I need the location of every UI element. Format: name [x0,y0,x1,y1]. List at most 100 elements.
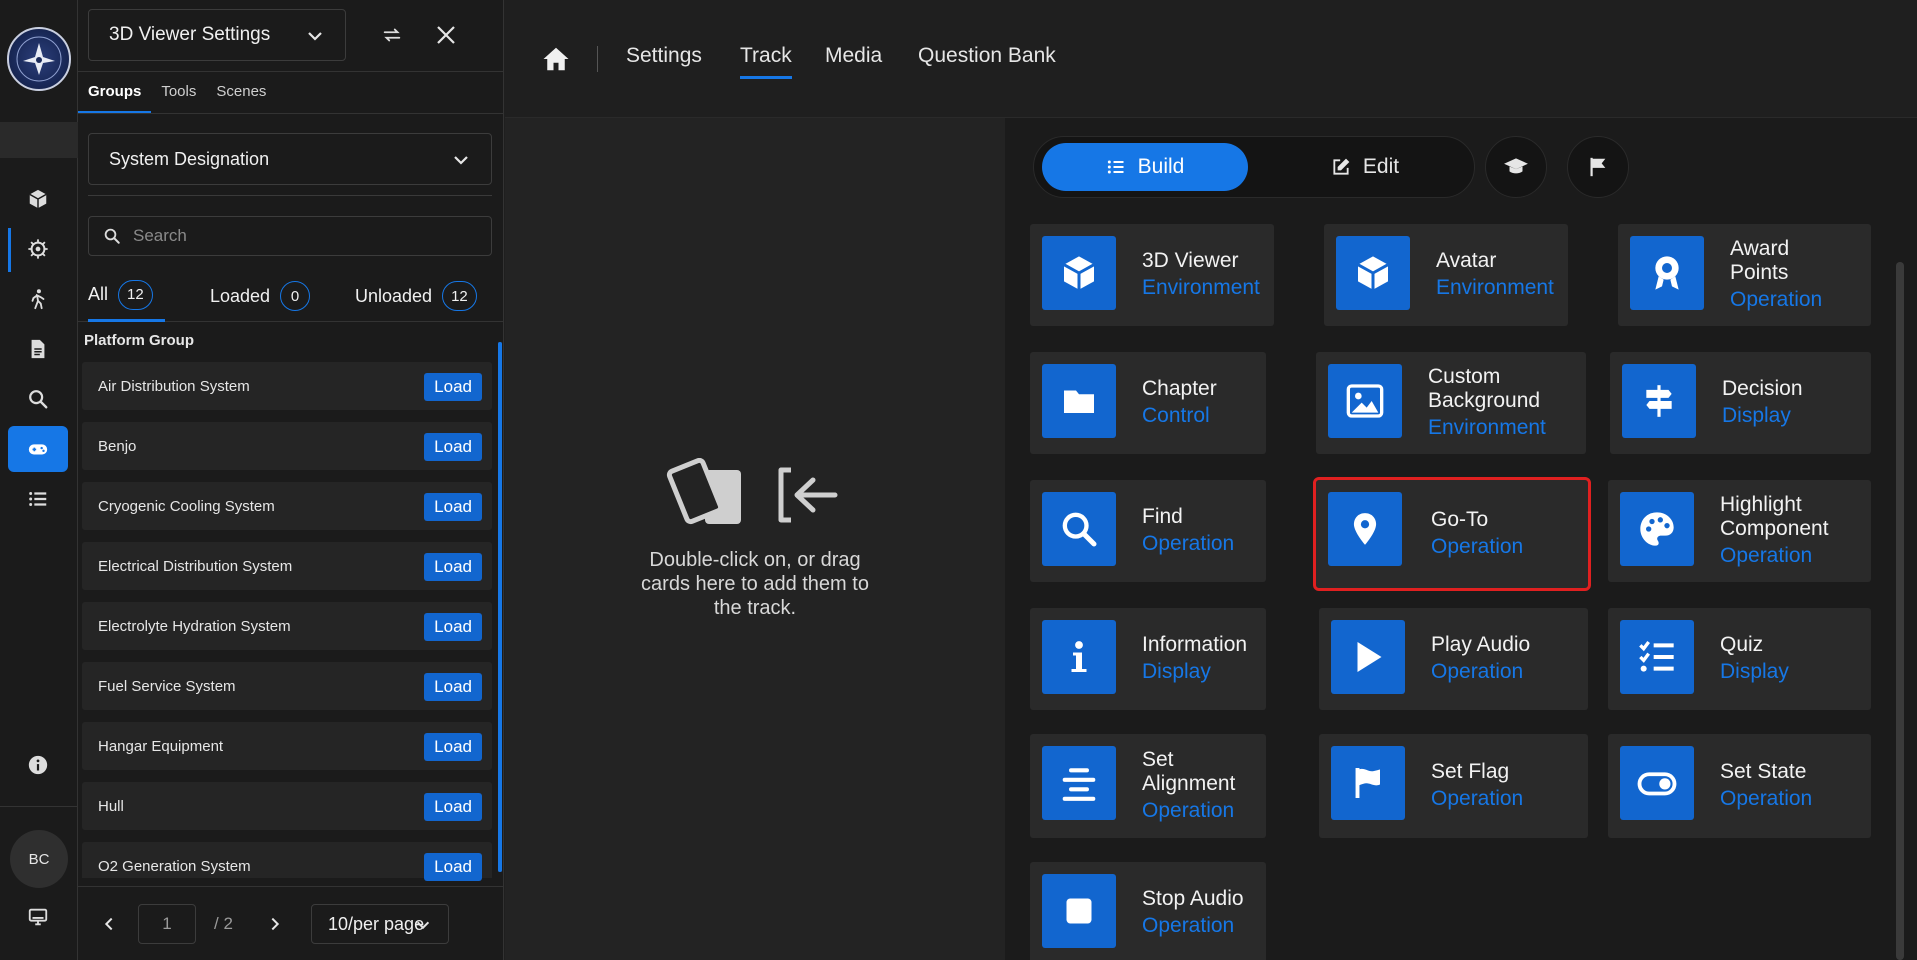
item-name: O2 Generation System [98,857,251,875]
chevron-down-icon [308,32,322,41]
list-item: Benjo Load [82,422,492,470]
flag-mode-button[interactable] [1567,136,1629,198]
track-dropzone[interactable]: Double-click on, or drag cards here to a… [505,118,1005,960]
card-custom-background[interactable]: Custom Background Environment [1316,352,1586,454]
search-icon [104,228,120,244]
rail-bottom-separator [0,806,78,807]
pagination: 1 / 2 10/per page [78,886,504,960]
rail-list[interactable] [8,476,68,522]
avatar[interactable]: BC [10,830,68,888]
card-icon-box [1331,746,1405,820]
tab-groups[interactable]: Groups [78,80,152,113]
nav-settings[interactable]: Settings [626,44,702,76]
load-button[interactable]: Load [424,613,482,641]
cube-icon [1063,256,1095,290]
system-designation-select[interactable]: System Designation [88,133,492,185]
load-button[interactable]: Load [424,493,482,521]
filter-unloaded[interactable]: Unloaded 12 [355,270,477,322]
divider [88,195,492,196]
rail-info[interactable] [8,742,68,788]
rail-document[interactable] [8,326,68,372]
card-icon-box [1331,620,1405,694]
card-icon-box [1622,364,1696,438]
nav-track[interactable]: Track [740,44,792,79]
rail-settings[interactable] [8,226,68,272]
list-scrollbar[interactable] [498,342,502,872]
tab-tools[interactable]: Tools [151,80,206,113]
card-category: Display [1720,660,1789,683]
card-name: Set Flag [1431,760,1510,783]
panel-subtabs: Groups Tools Scenes [78,80,276,114]
list-item: Air Distribution System Load [82,362,492,410]
load-button[interactable]: Load [424,373,482,401]
rail-monitor[interactable] [8,894,68,940]
card-chapter[interactable]: Chapter Control [1030,352,1266,454]
item-name: Electrolyte Hydration System [98,617,291,635]
prev-page-button[interactable] [94,909,124,939]
card-icon-box [1620,746,1694,820]
cards-scrollbar[interactable] [1896,262,1904,960]
card-set-alignment[interactable]: Set Alignment Operation [1030,734,1266,838]
app-logo[interactable] [7,27,71,91]
chevron-right-icon [271,917,280,931]
load-button[interactable]: Load [424,853,482,881]
toggle-icon [1637,772,1677,796]
card-set-flag[interactable]: Set Flag Operation [1319,734,1588,838]
rail-cube[interactable] [8,176,68,222]
drop-hint-icons [663,457,843,543]
play-icon [1357,642,1382,672]
refresh-button[interactable] [372,15,412,55]
search-input[interactable] [133,226,473,246]
build-button[interactable]: Build [1042,143,1248,191]
card-icon-box [1328,364,1402,438]
build-label: Build [1137,155,1185,178]
card-play-audio[interactable]: Play Audio Operation [1319,608,1588,710]
per-page-select[interactable]: 10/per page [311,904,449,944]
filter-all[interactable]: All 12 [88,270,165,322]
card-category: Operation [1142,532,1235,555]
card-decision[interactable]: Decision Display [1610,352,1871,454]
page-number-input[interactable]: 1 [138,904,196,944]
card-go-to[interactable]: Go-To Operation [1313,477,1591,591]
mode-toggle: Build Edit [1033,136,1475,198]
home-button[interactable] [541,44,571,79]
search-icon [1062,512,1097,547]
rail-search[interactable] [8,376,68,422]
nav-media[interactable]: Media [825,44,882,76]
load-button[interactable]: Load [424,733,482,761]
viewer-settings-select[interactable]: 3D Viewer Settings [88,9,346,61]
rail-gamepad[interactable] [8,426,68,472]
item-name: Electrical Distribution System [98,557,293,575]
card-information[interactable]: Information Display [1030,608,1266,710]
load-button[interactable]: Load [424,433,482,461]
card-quiz[interactable]: Quiz Display [1608,608,1871,710]
card-name: Decision [1722,377,1803,400]
card-highlight-component[interactable]: Highlight Component Operation [1608,480,1871,582]
card-3d-viewer[interactable]: 3D Viewer Environment [1030,224,1274,326]
rail-walk[interactable] [8,276,68,322]
item-name: Cryogenic Cooling System [98,497,275,515]
close-button[interactable] [426,15,466,55]
signpost-icon [1646,385,1672,417]
load-button[interactable]: Load [424,553,482,581]
card-stop-audio[interactable]: Stop Audio Operation [1030,862,1266,960]
edit-button[interactable]: Edit [1262,143,1468,191]
load-button[interactable]: Load [424,793,482,821]
filter-label: Loaded [210,285,271,306]
item-name: Air Distribution System [98,377,250,395]
card-avatar[interactable]: Avatar Environment [1324,224,1568,326]
load-button[interactable]: Load [424,673,482,701]
card-find[interactable]: Find Operation [1030,480,1266,582]
learning-mode-button[interactable] [1485,136,1547,198]
search-box [88,216,492,256]
list-item: Electrolyte Hydration System Load [82,602,492,650]
item-name: Benjo [98,437,137,455]
list-item: Hangar Equipment Load [82,722,492,770]
card-set-state[interactable]: Set State Operation [1608,734,1871,838]
card-award-points[interactable]: Award Points Operation [1618,224,1871,326]
tab-scenes[interactable]: Scenes [206,80,276,113]
nav-question-bank[interactable]: Question Bank [918,44,1056,76]
card-category: Operation [1431,660,1524,683]
filter-loaded[interactable]: Loaded 0 [210,270,311,322]
next-page-button[interactable] [260,909,290,939]
